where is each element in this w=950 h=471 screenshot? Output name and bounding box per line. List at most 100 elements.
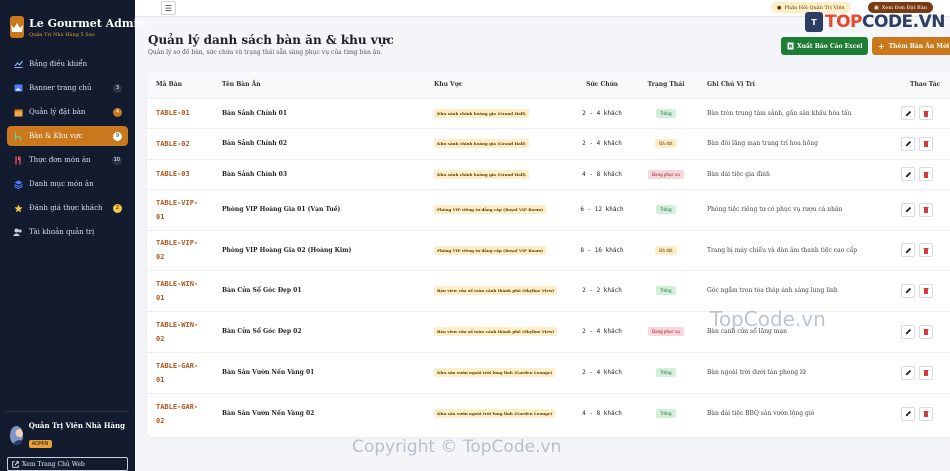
table-row: TABLE-GAR-01TABLE-GAR-01Bàn Sân Vườn Nến… [147,351,950,393]
table-actions [901,158,950,189]
sidebar-item-2[interactable]: Banner trang chủ 3 [7,78,128,98]
view-bookings-label: Xem Đơn Đặt Bàn [881,4,927,11]
area-badge: Phòng VIP riêng tư đẳng cấp (Royal VIP R… [434,245,547,255]
area-badge: Khu sảnh chính hoàng gia (Grand Hall) [434,169,529,179]
table-status-cell: Trống [634,188,698,230]
table-name: Phòng VIP Hoàng Gia 02 (Hoàng Kim) [213,229,425,270]
sidebar-item-label: Banner trang chủ [29,84,92,92]
sidebar-nav: Bảng điều khiển Banner trang chủ 3 Quản lý … [0,54,135,242]
table-status-cell: Trống [634,97,698,128]
edit-icon [905,328,911,335]
table-id-line2: 01 [156,212,165,221]
table-capacity: 2 - 2 khách [570,269,634,311]
table-id-line1: TABLE-WIN- [156,279,199,288]
trash-icon [923,370,929,376]
sidebar-item-label: Bảng điều khiển [29,60,88,68]
table-actions [901,269,950,311]
sidebar-item-label: Thực đơn món ăn [29,156,91,164]
sidebar-item-7[interactable]: Đánh giá thực khách 2 [7,198,128,218]
table-name: Bàn Cửa Sổ Góc Đẹp 01 [213,269,425,311]
brand[interactable]: Le Gourmet Admin Quản Trị Nhà Hàng 5 Sao [0,0,146,44]
table-area-cell: Bàn view cửa sổ toàn cảnh thành phố (Sky… [425,310,570,352]
avatar[interactable] [10,425,23,445]
sidebar-item-4[interactable]: Bàn & Khu vực 9 [7,126,128,146]
sidebar-item-6[interactable]: Danh mục món ăn [7,174,128,194]
table-actions [901,229,950,270]
view-homepage-button[interactable]: Xem Trang Chủ Web [7,457,128,471]
delete-button[interactable] [919,202,933,217]
edit-button[interactable] [901,283,915,298]
file-excel-icon [787,42,794,50]
delete-button[interactable] [919,243,933,257]
menu-toggle-button[interactable]: ☰ [161,1,176,15]
delete-button[interactable] [919,406,933,421]
edit-button[interactable] [901,167,915,181]
table-body: TABLE-01TABLE-01Bàn Sảnh Chính 01 Khu sản… [147,97,950,434]
edit-button[interactable] [901,202,915,217]
table-note: Bàn tròn trung tâm sảnh, gần sân khấu hò… [698,97,901,128]
copyright-watermark: Copyright © TopCode.vn [352,437,562,457]
table-area-cell: Phòng VIP riêng tư đẳng cấp (Royal VIP R… [425,188,570,230]
add-table-button[interactable]: + Thêm Bàn Ăn Mới [872,37,950,55]
edit-button[interactable] [901,106,915,120]
sidebar-item-label: Bàn & Khu vực [29,132,83,140]
sidebar-item-1[interactable]: Bảng điều khiển [7,54,128,74]
delete-button[interactable] [919,283,933,298]
delete-button[interactable] [919,167,933,181]
tables-card: Mã Bàn Tên Bàn Ăn Khu Vực Sức Chứa Trạng Thá… [147,72,950,437]
edit-button[interactable] [901,406,915,421]
table-note: Bàn ngoài trời dưới tán phong lữ [698,351,901,393]
table-status-cell: Đã đặt [634,127,698,159]
edit-button[interactable] [901,365,915,380]
status-badge: Đang phục vụ [648,169,684,179]
table-actions [901,127,950,159]
export-excel-button[interactable]: Xuất Báo Cáo Excel [781,37,869,55]
delete-button[interactable] [919,365,933,380]
comment-icon: ● [777,4,782,11]
users-icon [13,227,23,237]
sidebar: Le Gourmet Admin Quản Trị Nhà Hàng 5 Sao… [0,0,146,471]
sidebar-item-badge: 3 [113,83,122,93]
table-id-line1: TABLE-VIP- [156,198,199,207]
calendar-icon [13,107,23,117]
table-id: TABLE-GAR-01TABLE-GAR-01 [147,351,213,393]
image-icon [13,83,23,93]
table-row: TABLE-WIN-01TABLE-WIN-01Bàn Cửa Sổ Góc Đ… [147,269,950,311]
edit-icon [905,247,911,253]
user-name: Quản Trị Viên Nhà Hàng [28,421,125,430]
column-header: Tên Bàn Ăn [222,81,261,89]
topcode-logo-text: TOPCODE.VN [825,12,946,32]
layers-icon [13,179,23,189]
sidebar-item-8[interactable]: Tài khoản quản trị [7,222,128,242]
table-name: Bàn Sảnh Chính 02 [213,127,425,159]
table-row: TABLE-01TABLE-01Bàn Sảnh Chính 01 Khu sản… [147,97,950,128]
table-id: TABLE-03TABLE-03 [147,158,213,189]
tables-table: Mã Bàn Tên Bàn Ăn Khu Vực Sức Chứa Trạng Thá… [147,72,950,434]
column-header: Sức Chứa [586,81,618,89]
area-badge: Khu sảnh chính hoàng gia (Grand Hall) [434,139,529,148]
sidebar-item-5[interactable]: Thực đơn món ăn 10 [7,150,128,170]
table-name: Bàn Sân Vườn Nến Vàng 02 [213,392,425,434]
hamburger-icon: ☰ [164,3,173,13]
edit-button[interactable] [901,136,915,151]
table-row: TABLE-03TABLE-03Bàn Sảnh Chính 03 Khu sản… [147,158,950,189]
table-note: Trang bị máy chiếu và dàn âm thanh tiệc … [698,229,901,270]
edit-icon [905,140,911,147]
edit-button[interactable] [901,324,915,339]
table-id-line1: TABLE-GAR- [156,361,199,370]
chair-icon [13,131,23,141]
table-id-line2: 02 [156,334,165,343]
sidebar-item-3[interactable]: Quản lý đặt bàn 4 [7,102,128,122]
delete-button[interactable] [919,324,933,339]
edit-icon [905,171,911,177]
delete-button[interactable] [919,106,933,120]
table-id-line2: 02 [156,416,165,425]
table-status-cell: Đang phục vụ [634,158,698,189]
crown-icon [10,16,24,38]
table-capacity: 8 - 16 khách [570,229,634,270]
table-id-line2: 01 [156,375,165,384]
delete-button[interactable] [919,136,933,151]
area-badge: Khu sân vườn ngoài trời lung linh (Garde… [434,409,556,419]
edit-icon [905,110,911,116]
edit-button[interactable] [901,243,915,257]
